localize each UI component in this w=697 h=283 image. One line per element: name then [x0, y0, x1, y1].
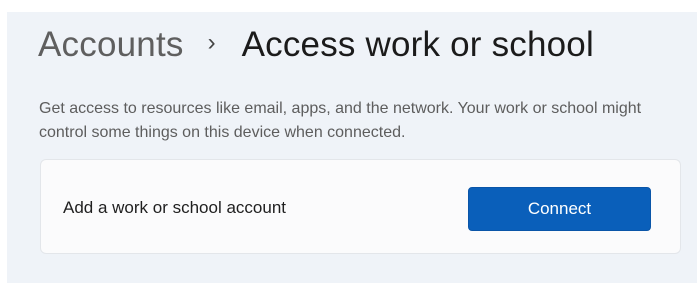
connect-button[interactable]: Connect: [468, 187, 651, 231]
add-work-school-account-card: Add a work or school account Connect: [40, 159, 681, 254]
breadcrumb: Accounts › Access work or school: [38, 22, 594, 68]
settings-window: Accounts › Access work or school Get acc…: [7, 12, 697, 283]
page-title: Access work or school: [241, 25, 594, 64]
breadcrumb-accounts-link[interactable]: Accounts: [38, 25, 184, 65]
add-account-label: Add a work or school account: [63, 198, 287, 217]
page-description: Get access to resources like email, apps…: [39, 100, 642, 141]
chevron-right-icon: ›: [207, 29, 216, 56]
